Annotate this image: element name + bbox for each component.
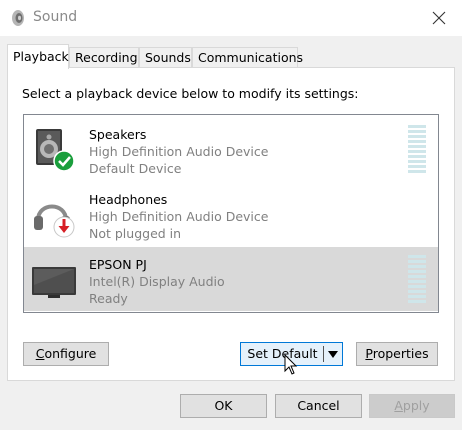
tab-playback[interactable]: Playback <box>7 44 69 69</box>
device-row-epson-pj[interactable]: EPSON PJ Intel(R) Display Audio Ready <box>24 247 438 311</box>
chevron-down-icon[interactable] <box>328 351 338 358</box>
close-icon <box>432 11 446 25</box>
tab-recording[interactable]: Recording <box>69 47 139 67</box>
device-row-headphones[interactable]: Headphones High Definition Audio Device … <box>24 182 438 246</box>
tab-communications[interactable]: Communications <box>192 47 303 67</box>
close-button[interactable] <box>416 0 462 36</box>
device-list[interactable]: Speakers High Definition Audio Device De… <box>23 114 439 313</box>
monitor-icon <box>32 267 76 298</box>
headphones-icon <box>34 204 75 238</box>
window-title: Sound <box>33 9 78 25</box>
device-detail: High Definition Audio Device <box>89 209 269 224</box>
unplugged-arrow-badge <box>53 216 75 238</box>
speakers-icon <box>36 129 75 172</box>
title-bar: Sound <box>0 0 462 36</box>
playback-panel: Select a playback device below to modify… <box>7 67 455 381</box>
device-name: Headphones <box>89 192 168 207</box>
volume-meter <box>408 255 426 305</box>
device-status: Ready <box>89 291 128 306</box>
cancel-button[interactable]: Cancel <box>275 394 362 418</box>
set-default-label: Set Default <box>247 346 318 361</box>
device-status: Default Device <box>89 161 182 176</box>
mouse-cursor-icon <box>284 354 298 375</box>
device-detail: High Definition Audio Device <box>89 144 269 159</box>
configure-button[interactable]: Configure <box>23 342 109 366</box>
device-name: EPSON PJ <box>89 257 147 272</box>
speaker-app-icon <box>12 10 24 26</box>
device-detail: Intel(R) Display Audio <box>89 274 225 289</box>
tab-sounds[interactable]: Sounds <box>139 47 192 67</box>
volume-meter <box>408 125 426 175</box>
device-status: Not plugged in <box>89 226 182 241</box>
device-name: Speakers <box>89 127 147 142</box>
ok-button[interactable]: OK <box>180 394 267 418</box>
properties-button[interactable]: Properties <box>356 342 438 366</box>
device-row-speakers[interactable]: Speakers High Definition Audio Device De… <box>24 117 438 181</box>
split-divider <box>323 346 324 362</box>
instruction-text: Select a playback device below to modify… <box>22 86 359 101</box>
apply-button: Apply <box>369 394 455 418</box>
default-check-badge <box>53 150 75 172</box>
